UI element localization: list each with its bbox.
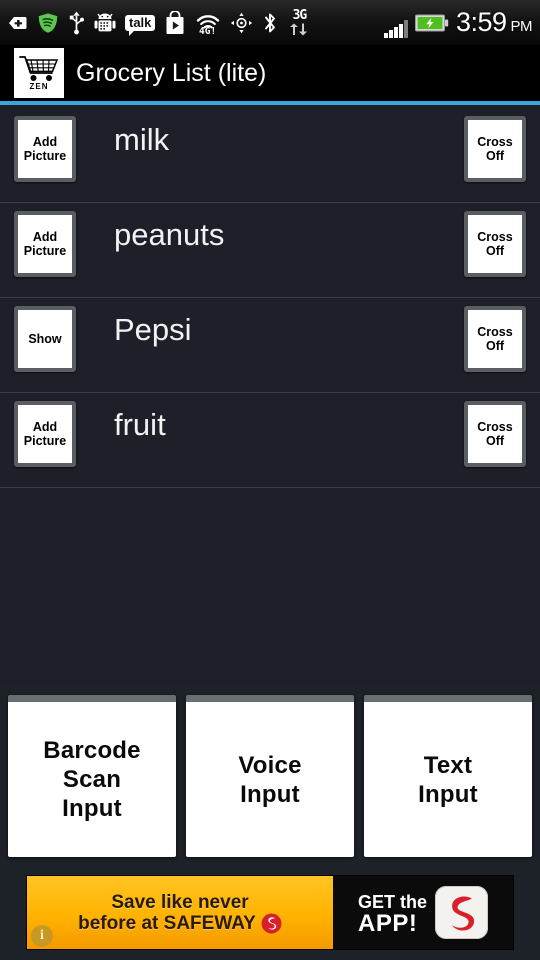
grocery-list[interactable]: Add Picture milk Cross Off Add Picture p… bbox=[0, 105, 540, 685]
safeway-ad-banner[interactable]: Save like never before at SAFEWAY i GET … bbox=[27, 876, 513, 949]
table-row[interactable]: Show Pepsi Cross Off bbox=[0, 298, 540, 393]
ad-line-2-text: before at SAFEWAY bbox=[78, 912, 256, 934]
text-input-button[interactable]: Text Input bbox=[364, 695, 532, 857]
safeway-app-icon bbox=[435, 886, 488, 939]
voice-input-button[interactable]: Voice Input bbox=[186, 695, 354, 857]
android-sync-icon bbox=[94, 8, 116, 38]
row-left-action: Add Picture bbox=[14, 116, 76, 182]
signal-strength-icon bbox=[384, 20, 408, 38]
clock-time: 3:59 bbox=[455, 7, 507, 37]
spotify-icon bbox=[37, 8, 59, 38]
usb-icon bbox=[68, 8, 85, 38]
item-name: peanuts bbox=[114, 217, 225, 252]
item-name: milk bbox=[114, 122, 170, 157]
wifi-4g-icon: 4G! bbox=[195, 8, 221, 38]
cross-off-button[interactable]: Cross Off bbox=[464, 401, 526, 467]
ad-message: Save like never before at SAFEWAY bbox=[78, 892, 282, 934]
item-name: Pepsi bbox=[114, 312, 192, 347]
row-right-action: Cross Off bbox=[464, 401, 526, 467]
ad-message-panel[interactable]: Save like never before at SAFEWAY i bbox=[27, 876, 333, 949]
play-store-icon bbox=[164, 8, 186, 38]
add-picture-button[interactable]: Add Picture bbox=[14, 116, 76, 182]
ad-banner-container: Save like never before at SAFEWAY i GET … bbox=[0, 865, 540, 960]
safeway-s-logo-icon bbox=[261, 913, 282, 933]
table-row[interactable]: Add Picture peanuts Cross Off bbox=[0, 203, 540, 298]
barcode-scan-input-button[interactable]: Barcode Scan Input bbox=[8, 695, 176, 857]
status-bar-clock: 3:59 PM bbox=[455, 7, 533, 38]
gps-location-icon bbox=[230, 8, 253, 38]
ad-info-icon[interactable]: i bbox=[31, 925, 53, 947]
app-title-bar: ZEN Grocery List (lite) bbox=[0, 45, 540, 101]
network-3g-icon: 3G bbox=[287, 8, 311, 38]
logo-caption: ZEN bbox=[29, 82, 49, 91]
ad-cta-panel[interactable]: GET the APP! bbox=[333, 876, 513, 949]
status-bar: talk 4G! 3G 3:59 PM bbox=[0, 0, 540, 45]
input-action-bar: Barcode Scan Input Voice Input Text Inpu… bbox=[0, 685, 540, 865]
row-left-action: Add Picture bbox=[14, 401, 76, 467]
cross-off-button[interactable]: Cross Off bbox=[464, 211, 526, 277]
page-title: Grocery List (lite) bbox=[76, 58, 267, 87]
cross-off-button[interactable]: Cross Off bbox=[464, 306, 526, 372]
show-picture-button[interactable]: Show bbox=[14, 306, 76, 372]
add-picture-button[interactable]: Add Picture bbox=[14, 401, 76, 467]
phone-screen: talk 4G! 3G 3:59 PM ZEN Grocery List (li… bbox=[0, 0, 540, 960]
row-right-action: Cross Off bbox=[464, 306, 526, 372]
bluetooth-icon bbox=[262, 8, 278, 38]
svg-text:4G!: 4G! bbox=[199, 26, 216, 35]
item-name: fruit bbox=[114, 407, 166, 442]
table-row[interactable]: Add Picture milk Cross Off bbox=[0, 108, 540, 203]
table-row[interactable]: Add Picture fruit Cross Off bbox=[0, 393, 540, 488]
clock-ampm: PM bbox=[510, 18, 533, 35]
back-tag-icon bbox=[6, 8, 28, 38]
google-talk-icon: talk bbox=[125, 14, 156, 36]
cross-off-button[interactable]: Cross Off bbox=[464, 116, 526, 182]
row-right-action: Cross Off bbox=[464, 211, 526, 277]
row-left-action: Add Picture bbox=[14, 211, 76, 277]
network-3g-label: 3G bbox=[292, 7, 308, 23]
row-right-action: Cross Off bbox=[464, 116, 526, 182]
ad-line-1: Save like never bbox=[111, 891, 249, 913]
ad-cta-text: GET the APP! bbox=[357, 891, 427, 937]
add-picture-button[interactable]: Add Picture bbox=[14, 211, 76, 277]
ad-line-2: before at SAFEWAY bbox=[78, 913, 282, 934]
ad-cta-line-2: APP! bbox=[357, 909, 418, 937]
status-bar-icons: talk 4G! 3G bbox=[6, 8, 382, 38]
status-bar-right: 3:59 PM bbox=[384, 7, 532, 38]
battery-charging-icon bbox=[414, 8, 449, 38]
shopping-cart-icon[interactable]: ZEN bbox=[14, 48, 64, 98]
row-left-action: Show bbox=[14, 306, 76, 372]
